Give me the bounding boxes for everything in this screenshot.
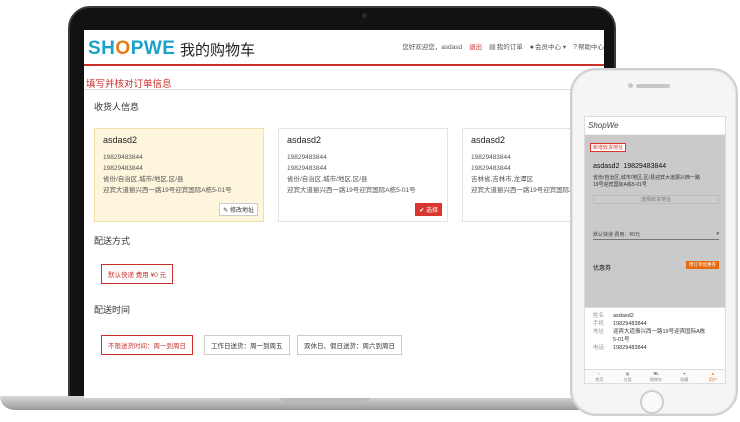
camera-icon — [362, 13, 367, 18]
home-button[interactable] — [640, 390, 664, 414]
mobile-address-line: 省份/自治区,城市/地区,区/县迎宾大道振兴西一路 — [593, 175, 700, 181]
tab-label: 首页 — [595, 377, 604, 382]
delivery-time-option[interactable]: 工作日送货：周一到周五 — [204, 335, 290, 355]
edit-address-button[interactable]: ✎ 修改地址 — [219, 203, 258, 216]
edit-icon: ✎ — [223, 208, 229, 214]
mobile-receiver: asdasd2 19829483844 — [593, 163, 666, 170]
mobile-receiver-phone: 19829483844 — [623, 163, 667, 170]
detail-key: 姓名 — [593, 313, 605, 319]
receiver-title: 收货人信息 — [94, 102, 140, 112]
coupon-label: 优惠券 — [593, 266, 612, 272]
address-phone: 19829483844 — [287, 165, 327, 172]
edit-address-label: 修改地址 — [229, 208, 254, 214]
mobile-logo[interactable]: ShopWe — [588, 121, 619, 130]
detail-row: 地址 迎宾大道振兴西一路19号迎宾国际A栋 — [593, 328, 719, 336]
tab-label: 用户 — [708, 377, 717, 382]
logout-link[interactable]: 退出 — [469, 41, 482, 51]
tab-label: 购物车 — [650, 377, 663, 382]
divider — [84, 89, 604, 90]
tab-favorites[interactable]: ♥ 收藏 — [670, 370, 698, 383]
site-header: SHOPWE 我的购物车 您好欢迎您，asdasd 退出 ▤我的订单 ●会员中心… — [84, 30, 604, 66]
detail-row: 手机 19829483844 — [593, 320, 719, 328]
address-card[interactable]: asdasd2 19829483844 19829483844 省份/自治区,城… — [278, 128, 448, 222]
shipping-select[interactable]: 默认快递 费用：¥0元 ▾ — [593, 231, 719, 240]
detail-value: 5-01号 — [613, 337, 630, 343]
shipping-title: 配送方式 — [94, 236, 131, 246]
select-address-button[interactable]: ✔ 选择 — [415, 203, 442, 216]
shipping-option[interactable]: 默认快递 费用 ¥0 元 — [101, 264, 174, 284]
add-address-badge[interactable]: 新增收货地址 — [590, 143, 627, 152]
phone-camera — [628, 83, 633, 88]
address-region: 省份/自治区,城市/地区,区/县 — [103, 176, 184, 183]
tab-label: 分类 — [623, 377, 632, 382]
phone-speaker — [636, 84, 670, 88]
address-name: asdasd2 — [287, 135, 322, 145]
orders-icon: ▤ — [489, 44, 496, 51]
address-region: 省份/自治区,城市/地区,区/县 — [287, 176, 368, 183]
mobile-address-line: 19号迎宾国际A栋5-01号 — [593, 182, 647, 188]
logo-text-o: O — [115, 38, 131, 59]
welcome-text: 您好欢迎您，asdasd — [402, 44, 463, 51]
mobile-address: 省份/自治区,城市/地区,区/县迎宾大道振兴西一路 19号迎宾国际A栋5-01号 — [593, 175, 700, 189]
help-icon: ? — [573, 44, 577, 51]
detail-value: 19829483844 — [613, 345, 647, 351]
my-orders-link[interactable]: ▤我的订单 — [489, 41, 523, 51]
mobile-receiver-name: asdasd2 — [593, 163, 620, 170]
mobile-header: ShopWe — [585, 117, 725, 135]
help-center-label: 帮助中心 — [578, 44, 604, 51]
tab-home[interactable]: ⌂ 首页 — [585, 370, 613, 383]
tab-label: 收藏 — [680, 377, 689, 382]
logo-text-a: SH — [88, 38, 116, 59]
phone-frame: ShopWe 新增收货地址 asdasd2 19829483844 省份/自治区… — [570, 68, 738, 416]
tab-category[interactable]: ▦ 分类 — [613, 370, 641, 383]
header-links: 您好欢迎您，asdasd 退出 ▤我的订单 ●会员中心 ▾ ?帮助中心 — [402, 41, 604, 51]
address-phone: 19829483844 — [103, 165, 143, 172]
overlay-dim — [585, 135, 725, 307]
delivery-time-title: 配送时间 — [94, 305, 131, 315]
detail-row: 姓名 asdasd2 — [593, 312, 719, 320]
detail-key — [593, 336, 613, 344]
detail-value: asdasd2 — [613, 313, 634, 319]
address-phone: 19829483844 — [287, 154, 327, 161]
address-card[interactable]: asdasd2 19829483844 19829483844 省份/自治区,城… — [94, 128, 264, 222]
stage: SHOPWE 我的购物车 您好欢迎您，asdasd 退出 ▤我的订单 ●会员中心… — [0, 0, 740, 422]
tab-user[interactable]: ● 用户 — [699, 370, 725, 383]
user-icon: ● — [529, 44, 535, 51]
page-title: 我的购物车 — [180, 42, 256, 59]
check-icon: ✔ — [419, 208, 425, 214]
detail-value: 19829483844 — [613, 321, 647, 327]
my-orders-label: 我的订单 — [496, 44, 523, 51]
detail-row: 5-01号 — [593, 336, 719, 344]
tab-cart[interactable]: ⛟ 购物车 — [642, 370, 670, 383]
shipping-select-value: 默认快递 费用：¥0元 — [593, 232, 640, 238]
detail-key: 地址 — [593, 329, 605, 335]
section-title: 填写并核对订单信息 — [86, 79, 172, 90]
delivery-time-option[interactable]: 不限送货时间：周一到周日 — [101, 335, 193, 355]
detail-key: 电话 — [593, 345, 605, 351]
phone-screen: ShopWe 新增收货地址 asdasd2 19829483844 省份/自治区… — [584, 116, 726, 384]
logo-text-b: PWE — [130, 38, 176, 59]
address-name: asdasd2 — [103, 135, 138, 145]
address-street: 迎宾大道振兴西一路19号迎宾国际A栋5-01号 — [103, 187, 232, 194]
detail-row: 电话 19829483844 — [593, 344, 719, 352]
laptop-screen: SHOPWE 我的购物车 您好欢迎您，asdasd 退出 ▤我的订单 ●会员中心… — [84, 30, 604, 398]
address-detail-panel: 姓名 asdasd2 手机 19829483844 地址 迎宾大道振兴西一路19号迎宾… — [585, 307, 725, 371]
select-address-button[interactable]: 选择收货地址 — [593, 195, 719, 204]
shopwe-logo[interactable]: SHOPWE — [88, 38, 175, 60]
chevron-down-icon: ▾ — [716, 231, 719, 237]
detail-value: 迎宾大道振兴西一路19号迎宾国际A栋 — [613, 329, 706, 335]
member-center-label: 会员中心 — [535, 44, 562, 51]
help-center-link[interactable]: ?帮助中心 — [573, 41, 604, 51]
member-center-link[interactable]: ●会员中心 ▾ — [530, 41, 566, 51]
detail-key: 手机 — [593, 321, 605, 327]
coupon-button[interactable]: 用订单优惠券 — [686, 261, 719, 269]
delivery-time-option[interactable]: 双休日、假日送货：周六到周日 — [297, 335, 402, 355]
chevron-down-icon: ▾ — [562, 44, 567, 51]
address-phone: 19829483844 — [103, 154, 143, 161]
select-address-label: 选择 — [425, 208, 438, 214]
mobile-tab-bar: ⌂ 首页 ▦ 分类 ⛟ 购物车 ♥ 收藏 ● 用户 — [585, 369, 725, 383]
address-street: 迎宾大道振兴西一路19号迎宾国际A栋5-01号 — [287, 187, 416, 194]
